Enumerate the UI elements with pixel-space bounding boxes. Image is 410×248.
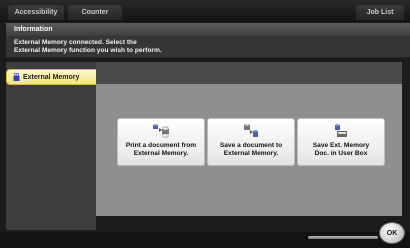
bottom-bar bbox=[0, 232, 410, 248]
print-from-memory-icon bbox=[153, 124, 169, 138]
accessibility-tab[interactable]: Accessibility bbox=[8, 5, 64, 20]
device-panel: Accessibility Counter Job List Informati… bbox=[0, 0, 410, 248]
left-panel bbox=[6, 62, 96, 230]
print-from-memory-button[interactable]: Print a document from External Memory. bbox=[117, 118, 205, 166]
message-line-1: External Memory connected. Select the bbox=[14, 39, 137, 46]
usb-memory-icon bbox=[13, 73, 20, 81]
information-message: External Memory connected. Select the Ex… bbox=[6, 36, 410, 58]
sidebar-item-label: External Memory bbox=[23, 73, 80, 81]
print-from-memory-label: Print a document from External Memory. bbox=[125, 142, 197, 157]
save-to-memory-button[interactable]: Save a document to External Memory. bbox=[207, 118, 295, 166]
content-header-band bbox=[96, 62, 402, 84]
ok-button[interactable]: OK bbox=[379, 222, 405, 244]
job-list-tab[interactable]: Job List bbox=[356, 5, 404, 20]
save-to-memory-label: Save a document to External Memory. bbox=[219, 142, 283, 157]
sidebar-item-external-memory[interactable]: External Memory bbox=[6, 69, 96, 85]
save-to-memory-icon bbox=[244, 124, 258, 137]
save-to-user-box-label: Save Ext. Memory Doc. in User Box bbox=[312, 142, 370, 157]
save-to-user-box-button[interactable]: Save Ext. Memory Doc. in User Box bbox=[297, 118, 385, 166]
message-line-2: External Memory function you wish to per… bbox=[14, 47, 162, 54]
counter-tab[interactable]: Counter bbox=[68, 5, 122, 20]
information-header: Information bbox=[6, 23, 410, 36]
scroll-slider[interactable] bbox=[308, 236, 378, 239]
top-tab-bar: Accessibility Counter Job List bbox=[0, 0, 410, 22]
save-to-userbox-icon bbox=[335, 124, 347, 137]
